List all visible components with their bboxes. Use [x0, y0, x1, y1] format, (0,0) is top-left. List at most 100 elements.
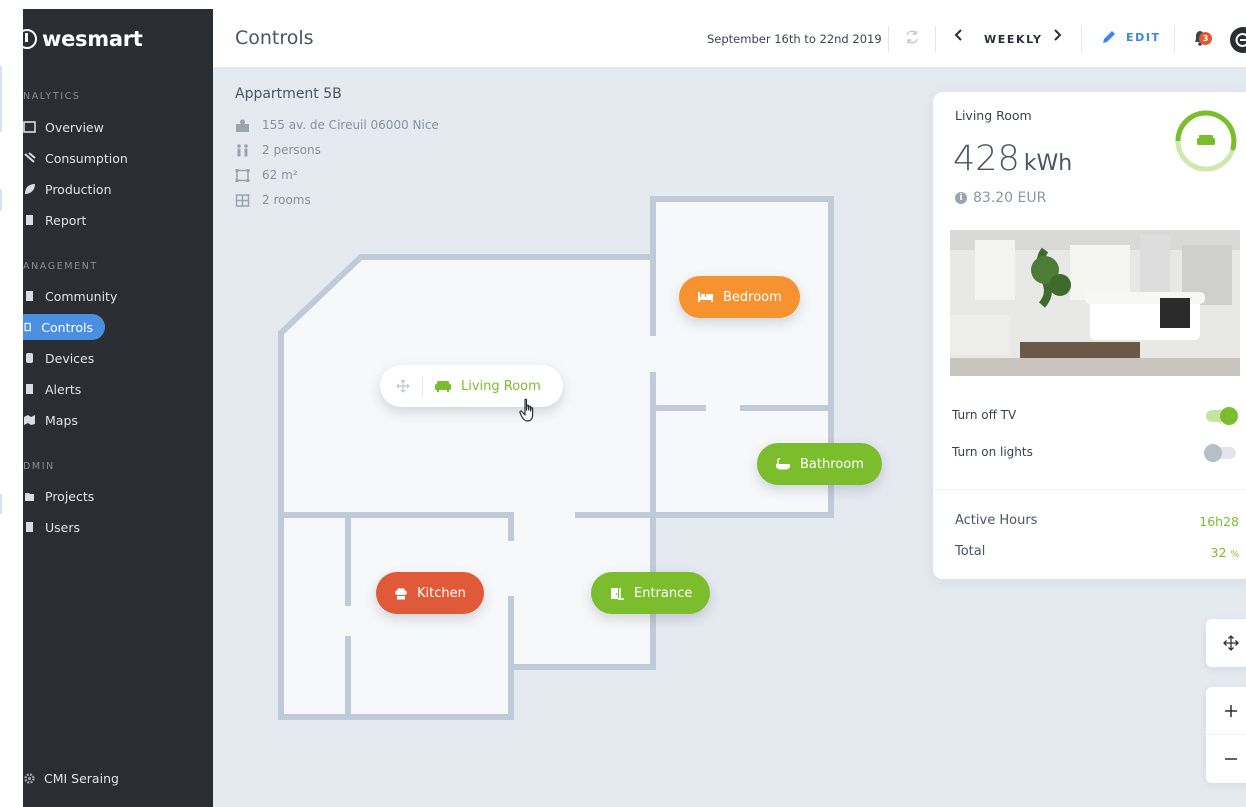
apartment-persons: 2 persons — [235, 143, 321, 157]
move-icon[interactable] — [1206, 619, 1246, 667]
sidebar-item-label: Alerts — [45, 381, 82, 397]
logo[interactable]: wesmart — [23, 27, 143, 51]
room-pill-bathroom[interactable]: Bathroom — [757, 443, 882, 485]
sidebar-item-label: Production — [45, 181, 112, 197]
persons-text: 2 persons — [262, 143, 321, 157]
info-icon[interactable]: i — [955, 192, 967, 204]
logo-text: wesmart — [42, 27, 143, 51]
area-text: 62 m² — [262, 168, 298, 182]
edge-mark — [0, 494, 2, 514]
main-content: Appartment 5B 155 av. de Cireuil 06000 N… — [213, 68, 1246, 807]
top-bar: Controls September 16th to 22nd 2019 WEE… — [213, 9, 1246, 68]
user-icon — [1235, 33, 1246, 47]
plus-icon — [1225, 704, 1237, 717]
minus-icon — [1225, 758, 1237, 760]
section-title-analytics: NALYTICS — [23, 91, 81, 102]
sidebar-item-label: Projects — [45, 488, 95, 504]
edit-button[interactable]: EDIT — [1101, 29, 1161, 45]
room-pill-bedroom[interactable]: Bedroom — [679, 276, 800, 318]
stat-value-total: 32 % — [1211, 545, 1239, 560]
sidebar-item-controls[interactable]: Controls — [23, 314, 105, 340]
sidebar-item-maps[interactable]: Maps — [23, 407, 90, 433]
section-title-admin: DMIN — [23, 461, 55, 472]
date-range[interactable]: September 16th to 22nd 2019 — [707, 32, 882, 46]
divider — [1174, 26, 1175, 52]
address-text: 155 av. de Cireuil 06000 Nice — [262, 118, 439, 132]
sidebar-item-production[interactable]: Production — [23, 176, 124, 202]
sidebar-footer-site[interactable]: CMI Seraing — [23, 771, 119, 786]
edit-label: EDIT — [1126, 30, 1161, 44]
room-label: Living Room — [461, 378, 541, 394]
apartment-title: Appartment 5B — [235, 86, 342, 102]
next-period-button[interactable] — [1052, 27, 1062, 47]
sidebar-item-label: Overview — [45, 119, 104, 135]
divider — [1081, 26, 1082, 52]
plug-icon — [24, 152, 36, 163]
pencil-icon — [1103, 31, 1115, 43]
sofa-icon — [1197, 135, 1215, 145]
sidebar-item-projects[interactable]: Projects — [23, 483, 106, 509]
room-gauge — [1175, 110, 1237, 172]
toggle-knob — [1204, 444, 1222, 462]
people-icon — [237, 143, 248, 156]
edge-mark — [0, 189, 2, 211]
room-label: Entrance — [634, 585, 693, 601]
energy-unit: kWh — [1023, 151, 1073, 176]
total-unit: % — [1230, 550, 1239, 560]
users-icon — [26, 522, 33, 532]
refresh-icon[interactable] — [904, 29, 920, 49]
sidebar-item-community[interactable]: Community — [23, 283, 129, 309]
previous-period-button[interactable] — [954, 27, 964, 47]
door-icon — [611, 587, 624, 600]
energy-number: 428 — [953, 139, 1020, 179]
grid-icon — [235, 193, 250, 207]
tv-toggle[interactable] — [1206, 407, 1238, 425]
room-pill-entrance[interactable]: Entrance — [591, 572, 711, 614]
zoom-control — [1206, 687, 1246, 783]
apartment-area: 62 m² — [235, 168, 298, 182]
sofa-icon — [435, 381, 451, 392]
edge-mark — [0, 66, 2, 132]
overview-icon — [23, 121, 36, 133]
hand-pointer-icon — [519, 398, 534, 422]
sidebar-item-alerts[interactable]: Alerts — [23, 376, 93, 402]
chevron-right-icon — [1054, 29, 1062, 41]
community-icon — [26, 291, 33, 301]
device-icon — [26, 353, 33, 363]
total-number: 32 — [1210, 545, 1227, 560]
divider — [888, 26, 889, 52]
zoom-in-button[interactable] — [1206, 687, 1246, 735]
chef-hat-icon — [395, 587, 407, 599]
area-icon — [235, 168, 250, 182]
toggle-label-lights: Turn on lights — [952, 445, 1033, 459]
sidebar-item-label: Community — [45, 288, 118, 304]
alert-icon — [26, 384, 33, 394]
footer-label: CMI Seraing — [44, 771, 119, 786]
avatar[interactable] — [1230, 27, 1246, 53]
sidebar-item-label: Maps — [45, 412, 78, 428]
move-icon[interactable] — [396, 379, 410, 393]
sidebar-item-overview[interactable]: Overview — [23, 114, 116, 140]
bathtub-icon — [776, 457, 790, 469]
lights-toggle[interactable] — [1204, 444, 1236, 462]
sidebar-item-users[interactable]: Users — [23, 514, 92, 540]
sidebar-item-consumption[interactable]: Consumption — [23, 145, 140, 171]
cost-value: i 83.20 EUR — [955, 190, 1046, 206]
sidebar-item-label: Devices — [45, 350, 95, 366]
sidebar-item-report[interactable]: Report — [23, 207, 98, 233]
report-icon — [26, 215, 33, 225]
sidebar-item-devices[interactable]: Devices — [23, 345, 106, 371]
toggle-label-tv: Turn off TV — [952, 408, 1017, 422]
period-selector[interactable]: WEEKLY — [984, 33, 1043, 46]
zoom-out-button[interactable] — [1206, 735, 1246, 783]
section-title-management: ANAGEMENT — [23, 261, 98, 272]
cost-text: 83.20 EUR — [973, 190, 1047, 206]
controls-icon — [24, 322, 31, 332]
sidebar-item-label: Users — [45, 519, 81, 535]
divider — [935, 26, 936, 52]
stat-label-active-hours: Active Hours — [955, 513, 1038, 528]
toggle-knob — [1220, 407, 1238, 425]
card-room-name: Living Room — [955, 108, 1032, 123]
room-pill-kitchen[interactable]: Kitchen — [376, 572, 484, 614]
notification-badge: 3 — [1199, 32, 1212, 45]
